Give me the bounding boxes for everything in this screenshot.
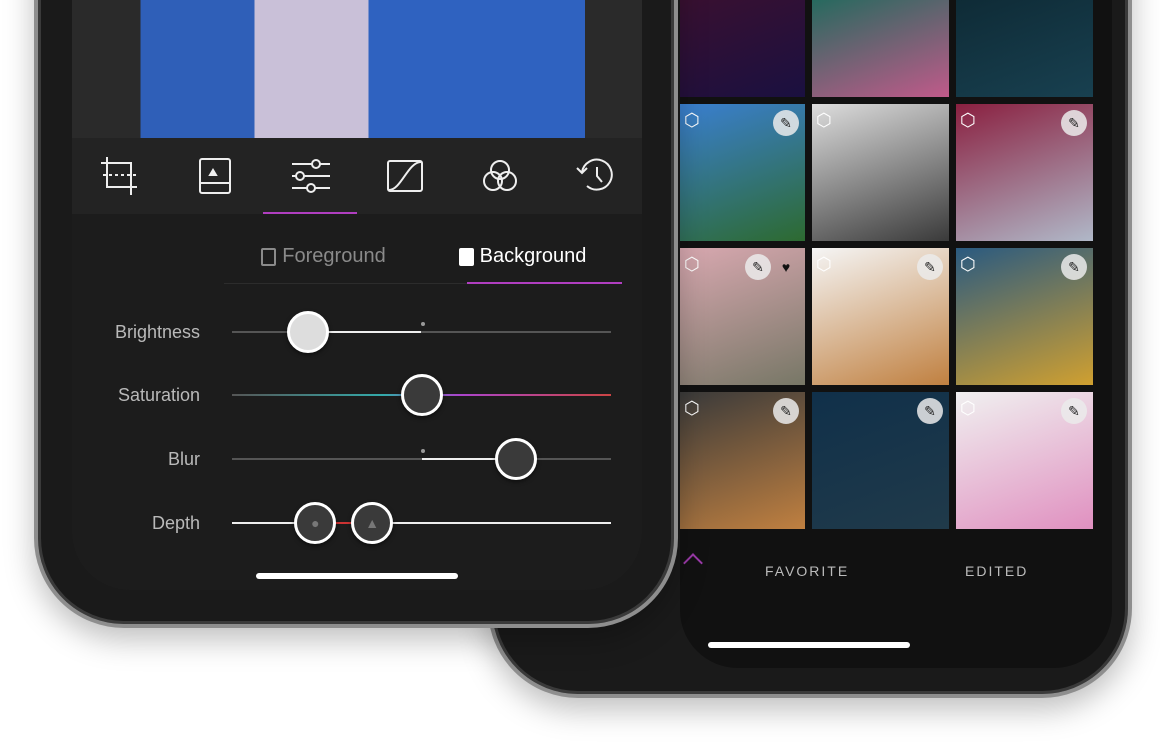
photo-tile[interactable]: ⬡ ✎	[680, 104, 805, 241]
blur-row: Blur	[72, 438, 642, 480]
edit-pencil-icon[interactable]: ✎	[1061, 398, 1087, 424]
edit-toolbar	[72, 138, 642, 214]
color-mix-icon	[482, 160, 517, 191]
home-indicator	[708, 642, 910, 648]
photo-tile[interactable]: ⬡ ✎	[812, 248, 949, 385]
layer-tabs: Foreground Background	[224, 230, 622, 284]
photo-tile[interactable]: ⬡ ✎	[956, 248, 1093, 385]
saturation-slider[interactable]	[232, 374, 611, 416]
edited-filter[interactable]: EDITED	[965, 563, 1028, 579]
photo-tile[interactable]	[680, 0, 805, 97]
depth-cube-icon: ⬡	[816, 254, 832, 274]
depth-cube-icon: ⬡	[960, 398, 976, 418]
depth-cube-icon: ⬡	[960, 254, 976, 274]
person-icon	[458, 247, 474, 266]
edit-pencil-icon[interactable]: ✎	[773, 398, 799, 424]
gallery-screen: ⬡ ✎ ⬡ ⬡ ✎ ⬡ ✎ ♥ ⬡ ✎ ⬡ ✎ ⬡ ✎ ✎ ⬡ ✎ FAVORITE EDITED	[680, 0, 1112, 668]
brightness-label: Brightness	[114, 322, 200, 342]
person-icon	[261, 247, 277, 266]
color-mix-tool[interactable]	[452, 138, 547, 214]
saturation-label: Saturation	[117, 385, 200, 405]
tab-background[interactable]: Background	[423, 230, 622, 284]
edit-pencil-icon[interactable]: ✎	[917, 398, 943, 424]
heart-icon[interactable]: ♥	[773, 254, 799, 280]
brightness-row: Brightness	[72, 311, 642, 353]
edit-pencil-icon[interactable]: ✎	[773, 110, 799, 136]
photo-tile[interactable]: ⬡	[812, 104, 949, 241]
depth-background-thumb[interactable]: ▲	[351, 502, 394, 544]
image-icon	[198, 158, 231, 194]
depth-foreground-thumb[interactable]: ●	[294, 502, 337, 544]
edit-pencil-icon[interactable]: ✎	[1061, 110, 1087, 136]
depth-slider[interactable]: ● ▲	[232, 502, 611, 544]
photo-tile[interactable]: ⬡ ✎ ♥	[680, 248, 805, 385]
photo-tile[interactable]: ⬡ ✎	[956, 104, 1093, 241]
photo-grid: ⬡ ✎ ⬡ ⬡ ✎ ⬡ ✎ ♥ ⬡ ✎ ⬡ ✎ ⬡ ✎ ✎ ⬡ ✎	[680, 0, 1093, 529]
brightness-slider[interactable]	[232, 311, 611, 353]
photo-preview	[72, 0, 642, 138]
edit-pencil-icon[interactable]: ✎	[917, 254, 943, 280]
history-tool[interactable]	[547, 138, 642, 214]
crop-icon	[100, 157, 137, 195]
saturation-thumb[interactable]	[400, 374, 443, 416]
curves-tool[interactable]	[357, 138, 452, 214]
photo-tile[interactable]	[956, 0, 1093, 97]
brightness-thumb[interactable]	[286, 311, 329, 353]
photo-tile[interactable]	[812, 0, 949, 97]
depth-cube-icon: ⬡	[960, 110, 976, 130]
depth-cube-icon: ⬡	[816, 110, 832, 130]
blur-label: Blur	[167, 449, 200, 469]
editor-screen: Foreground Background Brightness Saturat…	[72, 0, 642, 590]
blur-slider[interactable]	[232, 438, 611, 480]
photo-tile[interactable]: ✎	[812, 392, 949, 529]
saturation-row: Saturation	[72, 374, 642, 416]
edit-pencil-icon[interactable]: ✎	[1061, 254, 1087, 280]
gallery-bottom-bar: FAVORITE EDITED	[680, 536, 1112, 606]
adjust-tool[interactable]	[262, 138, 357, 214]
tab-label: Background	[479, 245, 587, 267]
chevron-up-icon[interactable]	[683, 553, 703, 573]
photo-tile[interactable]: ⬡ ✎	[956, 392, 1093, 529]
depth-label: Depth	[151, 513, 200, 533]
photo-tile[interactable]: ⬡ ✎	[680, 392, 805, 529]
crop-tool[interactable]	[72, 138, 167, 214]
home-indicator	[256, 573, 458, 579]
curves-icon	[386, 160, 423, 192]
depth-cube-icon: ⬡	[684, 110, 700, 130]
depth-cube-icon: ⬡	[684, 398, 700, 418]
depth-row: Depth ● ▲	[72, 502, 642, 544]
blur-thumb[interactable]	[495, 438, 538, 480]
image-tool[interactable]	[167, 138, 262, 214]
tab-label: Foreground	[282, 245, 386, 267]
favorite-filter[interactable]: FAVORITE	[765, 563, 849, 579]
edit-pencil-icon[interactable]: ✎	[745, 254, 771, 280]
history-icon	[575, 158, 613, 191]
sliders-icon	[291, 159, 330, 193]
depth-cube-icon: ⬡	[684, 254, 700, 274]
tab-foreground[interactable]: Foreground	[224, 230, 423, 283]
